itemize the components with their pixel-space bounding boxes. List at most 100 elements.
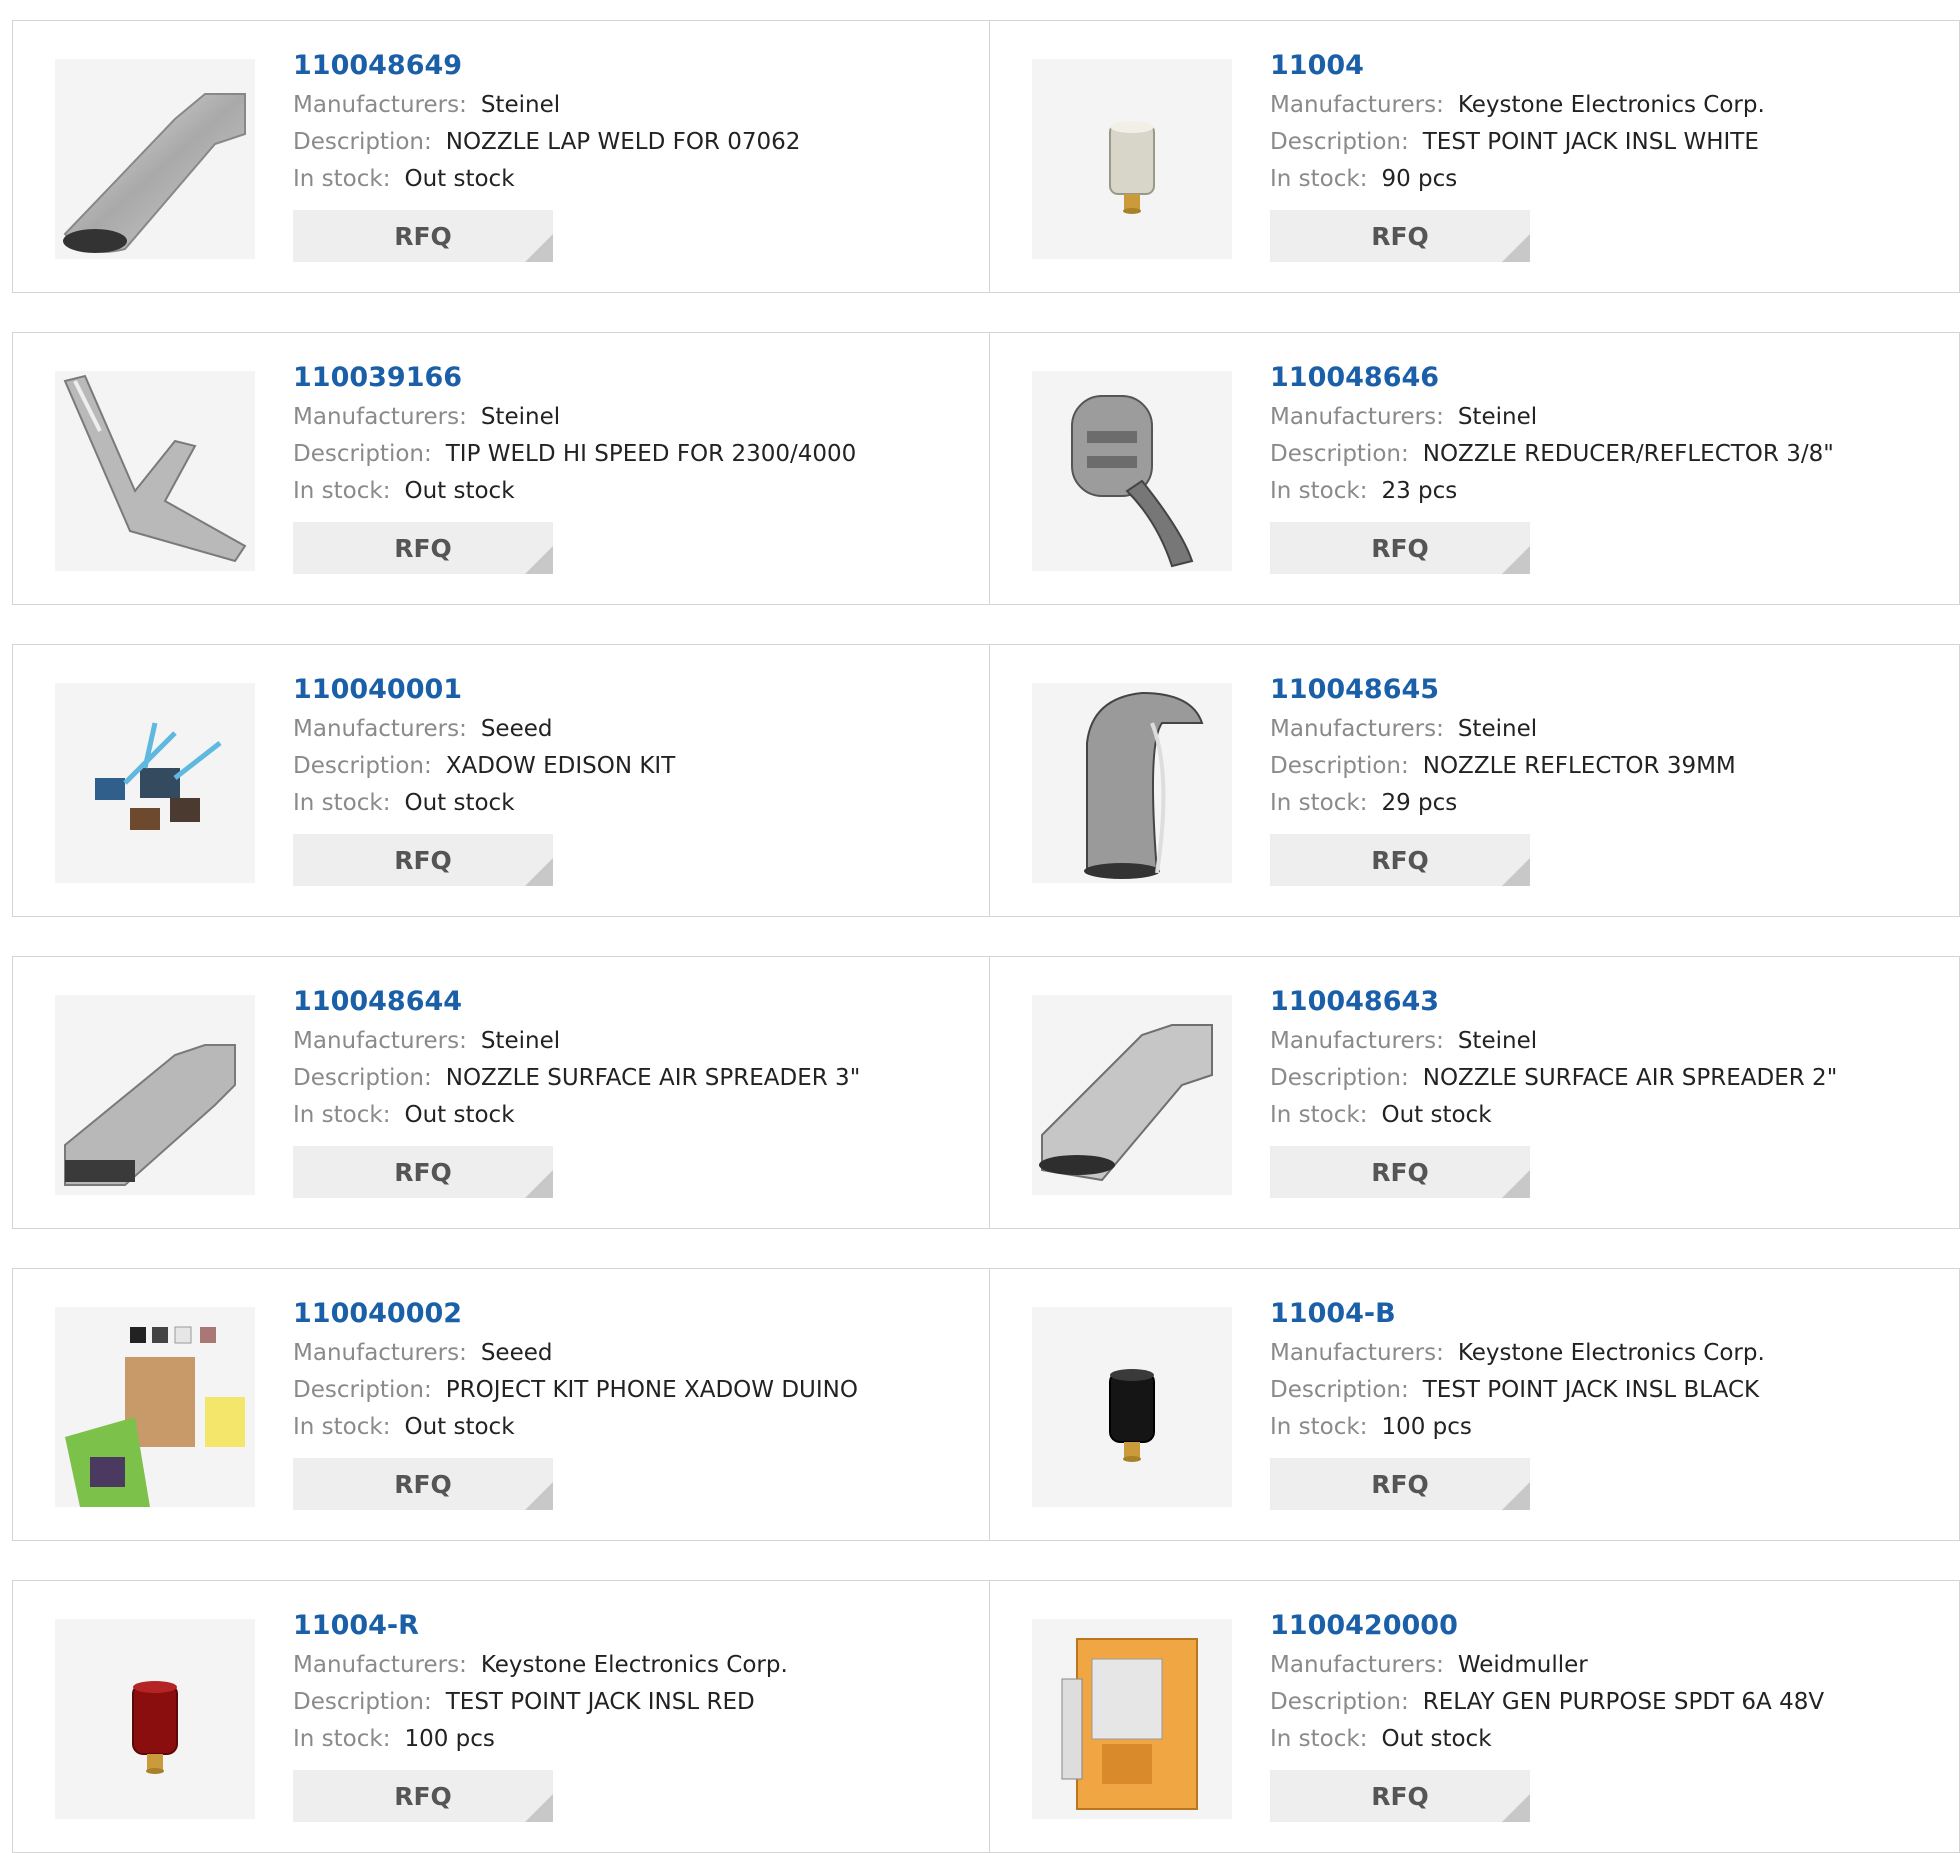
manufacturer-label: Manufacturers: xyxy=(293,1340,467,1366)
speed-weld-tip-icon[interactable] xyxy=(55,371,255,571)
rfq-button[interactable]: RFQ xyxy=(293,522,553,574)
stock-label: In stock: xyxy=(293,478,391,504)
product-row: 110048649 Manufacturers: Steinel Descript… xyxy=(12,20,1960,293)
rfq-button[interactable]: RFQ xyxy=(1270,1146,1530,1198)
description-label: Description: xyxy=(293,129,432,155)
product-row: 110040001 Manufacturers: Seeed Descriptio… xyxy=(12,644,1960,917)
part-number-link[interactable]: 110048646 xyxy=(1270,361,1834,395)
description-value: TEST POINT JACK INSL RED xyxy=(445,1689,755,1715)
rfq-corner-icon xyxy=(525,1794,553,1822)
part-number-link[interactable]: 110040001 xyxy=(293,673,675,707)
rfq-corner-icon xyxy=(525,234,553,262)
product-card: 110039166 Manufacturers: Steinel Descript… xyxy=(12,332,990,605)
manufacturer-label: Manufacturers: xyxy=(1270,404,1444,430)
stock-label: In stock: xyxy=(293,166,391,192)
rfq-button[interactable]: RFQ xyxy=(293,1146,553,1198)
description-label: Description: xyxy=(1270,1065,1409,1091)
rfq-button[interactable]: RFQ xyxy=(293,1458,553,1510)
stock-label: In stock: xyxy=(293,1414,391,1440)
rfq-corner-icon xyxy=(1502,546,1530,574)
manufacturer-label: Manufacturers: xyxy=(1270,1340,1444,1366)
rfq-corner-icon xyxy=(1502,858,1530,886)
product-card: 110048643 Manufacturers: Steinel Descript… xyxy=(990,956,1960,1229)
air-spreader-nozzle-icon[interactable] xyxy=(55,995,255,1195)
product-row: 110040002 Manufacturers: Seeed Descriptio… xyxy=(12,1268,1960,1541)
rfq-label: RFQ xyxy=(394,533,452,563)
manufacturer-label: Manufacturers: xyxy=(1270,1028,1444,1054)
manufacturer-label: Manufacturers: xyxy=(293,716,467,742)
product-card: 110048645 Manufacturers: Steinel Descript… xyxy=(990,644,1960,917)
rfq-corner-icon xyxy=(1502,234,1530,262)
description-value: TEST POINT JACK INSL BLACK xyxy=(1422,1377,1760,1403)
rfq-corner-icon xyxy=(525,858,553,886)
phone-project-kit-icon[interactable] xyxy=(55,1307,255,1507)
stock-value: Out stock xyxy=(404,1102,515,1128)
part-number-link[interactable]: 11004 xyxy=(1270,49,1765,83)
manufacturer-label: Manufacturers: xyxy=(293,404,467,430)
reflector-nozzle-icon[interactable] xyxy=(1032,683,1232,883)
reducer-nozzle-icon[interactable] xyxy=(1032,371,1232,571)
manufacturer-value: Steinel xyxy=(1457,1028,1538,1054)
stock-label: In stock: xyxy=(1270,790,1368,816)
rfq-button[interactable]: RFQ xyxy=(1270,1458,1530,1510)
stock-value: Out stock xyxy=(404,478,515,504)
description-value: PROJECT KIT PHONE XADOW DUINO xyxy=(445,1377,858,1403)
part-number-link[interactable]: 110048645 xyxy=(1270,673,1736,707)
rfq-corner-icon xyxy=(525,1482,553,1510)
manufacturer-value: Seeed xyxy=(480,1340,553,1366)
product-card: 110040002 Manufacturers: Seeed Descriptio… xyxy=(12,1268,990,1541)
part-number-link[interactable]: 110040002 xyxy=(293,1297,858,1331)
rfq-button[interactable]: RFQ xyxy=(1270,834,1530,886)
manufacturer-value: Steinel xyxy=(480,1028,561,1054)
description-label: Description: xyxy=(293,753,432,779)
rfq-button[interactable]: RFQ xyxy=(1270,522,1530,574)
relay-module-icon[interactable] xyxy=(1032,1619,1232,1819)
part-number-link[interactable]: 110048649 xyxy=(293,49,800,83)
manufacturer-value: Steinel xyxy=(480,92,561,118)
lap-weld-nozzle-icon[interactable] xyxy=(55,59,255,259)
rfq-label: RFQ xyxy=(1371,845,1429,875)
part-number-link[interactable]: 1100420000 xyxy=(1270,1609,1824,1643)
manufacturer-value: Seeed xyxy=(480,716,553,742)
description-value: NOZZLE REDUCER/REFLECTOR 3/8" xyxy=(1422,441,1834,467)
test-point-jack-black-icon[interactable] xyxy=(1032,1307,1232,1507)
part-number-link[interactable]: 11004-R xyxy=(293,1609,788,1643)
rfq-button[interactable]: RFQ xyxy=(293,210,553,262)
rfq-label: RFQ xyxy=(1371,1781,1429,1811)
test-point-jack-white-icon[interactable] xyxy=(1032,59,1232,259)
manufacturer-label: Manufacturers: xyxy=(1270,1652,1444,1678)
part-number-link[interactable]: 110039166 xyxy=(293,361,856,395)
rfq-label: RFQ xyxy=(394,845,452,875)
rfq-button[interactable]: RFQ xyxy=(293,834,553,886)
product-card: 110048646 Manufacturers: Steinel Descript… xyxy=(990,332,1960,605)
stock-value: Out stock xyxy=(404,1414,515,1440)
product-card: 11004-R Manufacturers: Keystone Electroni… xyxy=(12,1580,990,1853)
part-number-link[interactable]: 11004-B xyxy=(1270,1297,1765,1331)
description-value: NOZZLE SURFACE AIR SPREADER 2" xyxy=(1422,1065,1838,1091)
product-row: 110048644 Manufacturers: Steinel Descript… xyxy=(12,956,1960,1229)
test-point-jack-red-icon[interactable] xyxy=(55,1619,255,1819)
product-card: 11004-B Manufacturers: Keystone Electroni… xyxy=(990,1268,1960,1541)
part-number-link[interactable]: 110048644 xyxy=(293,985,860,1019)
stock-label: In stock: xyxy=(293,790,391,816)
stock-value: 90 pcs xyxy=(1381,166,1458,192)
stock-value: 23 pcs xyxy=(1381,478,1458,504)
description-value: TEST POINT JACK INSL WHITE xyxy=(1422,129,1759,155)
manufacturer-value: Steinel xyxy=(1457,716,1538,742)
manufacturer-value: Keystone Electronics Corp. xyxy=(1457,1340,1765,1366)
manufacturer-label: Manufacturers: xyxy=(293,1028,467,1054)
rfq-button[interactable]: RFQ xyxy=(293,1770,553,1822)
rfq-button[interactable]: RFQ xyxy=(1270,1770,1530,1822)
rfq-label: RFQ xyxy=(1371,1157,1429,1187)
manufacturer-label: Manufacturers: xyxy=(1270,92,1444,118)
stock-value: Out stock xyxy=(404,166,515,192)
air-spreader-nozzle-icon[interactable] xyxy=(1032,995,1232,1195)
part-number-link[interactable]: 110048643 xyxy=(1270,985,1837,1019)
edison-kit-icon[interactable] xyxy=(55,683,255,883)
manufacturer-value: Weidmuller xyxy=(1457,1652,1588,1678)
rfq-corner-icon xyxy=(1502,1794,1530,1822)
stock-label: In stock: xyxy=(1270,1726,1368,1752)
description-value: XADOW EDISON KIT xyxy=(445,753,676,779)
stock-label: In stock: xyxy=(1270,1414,1368,1440)
rfq-button[interactable]: RFQ xyxy=(1270,210,1530,262)
